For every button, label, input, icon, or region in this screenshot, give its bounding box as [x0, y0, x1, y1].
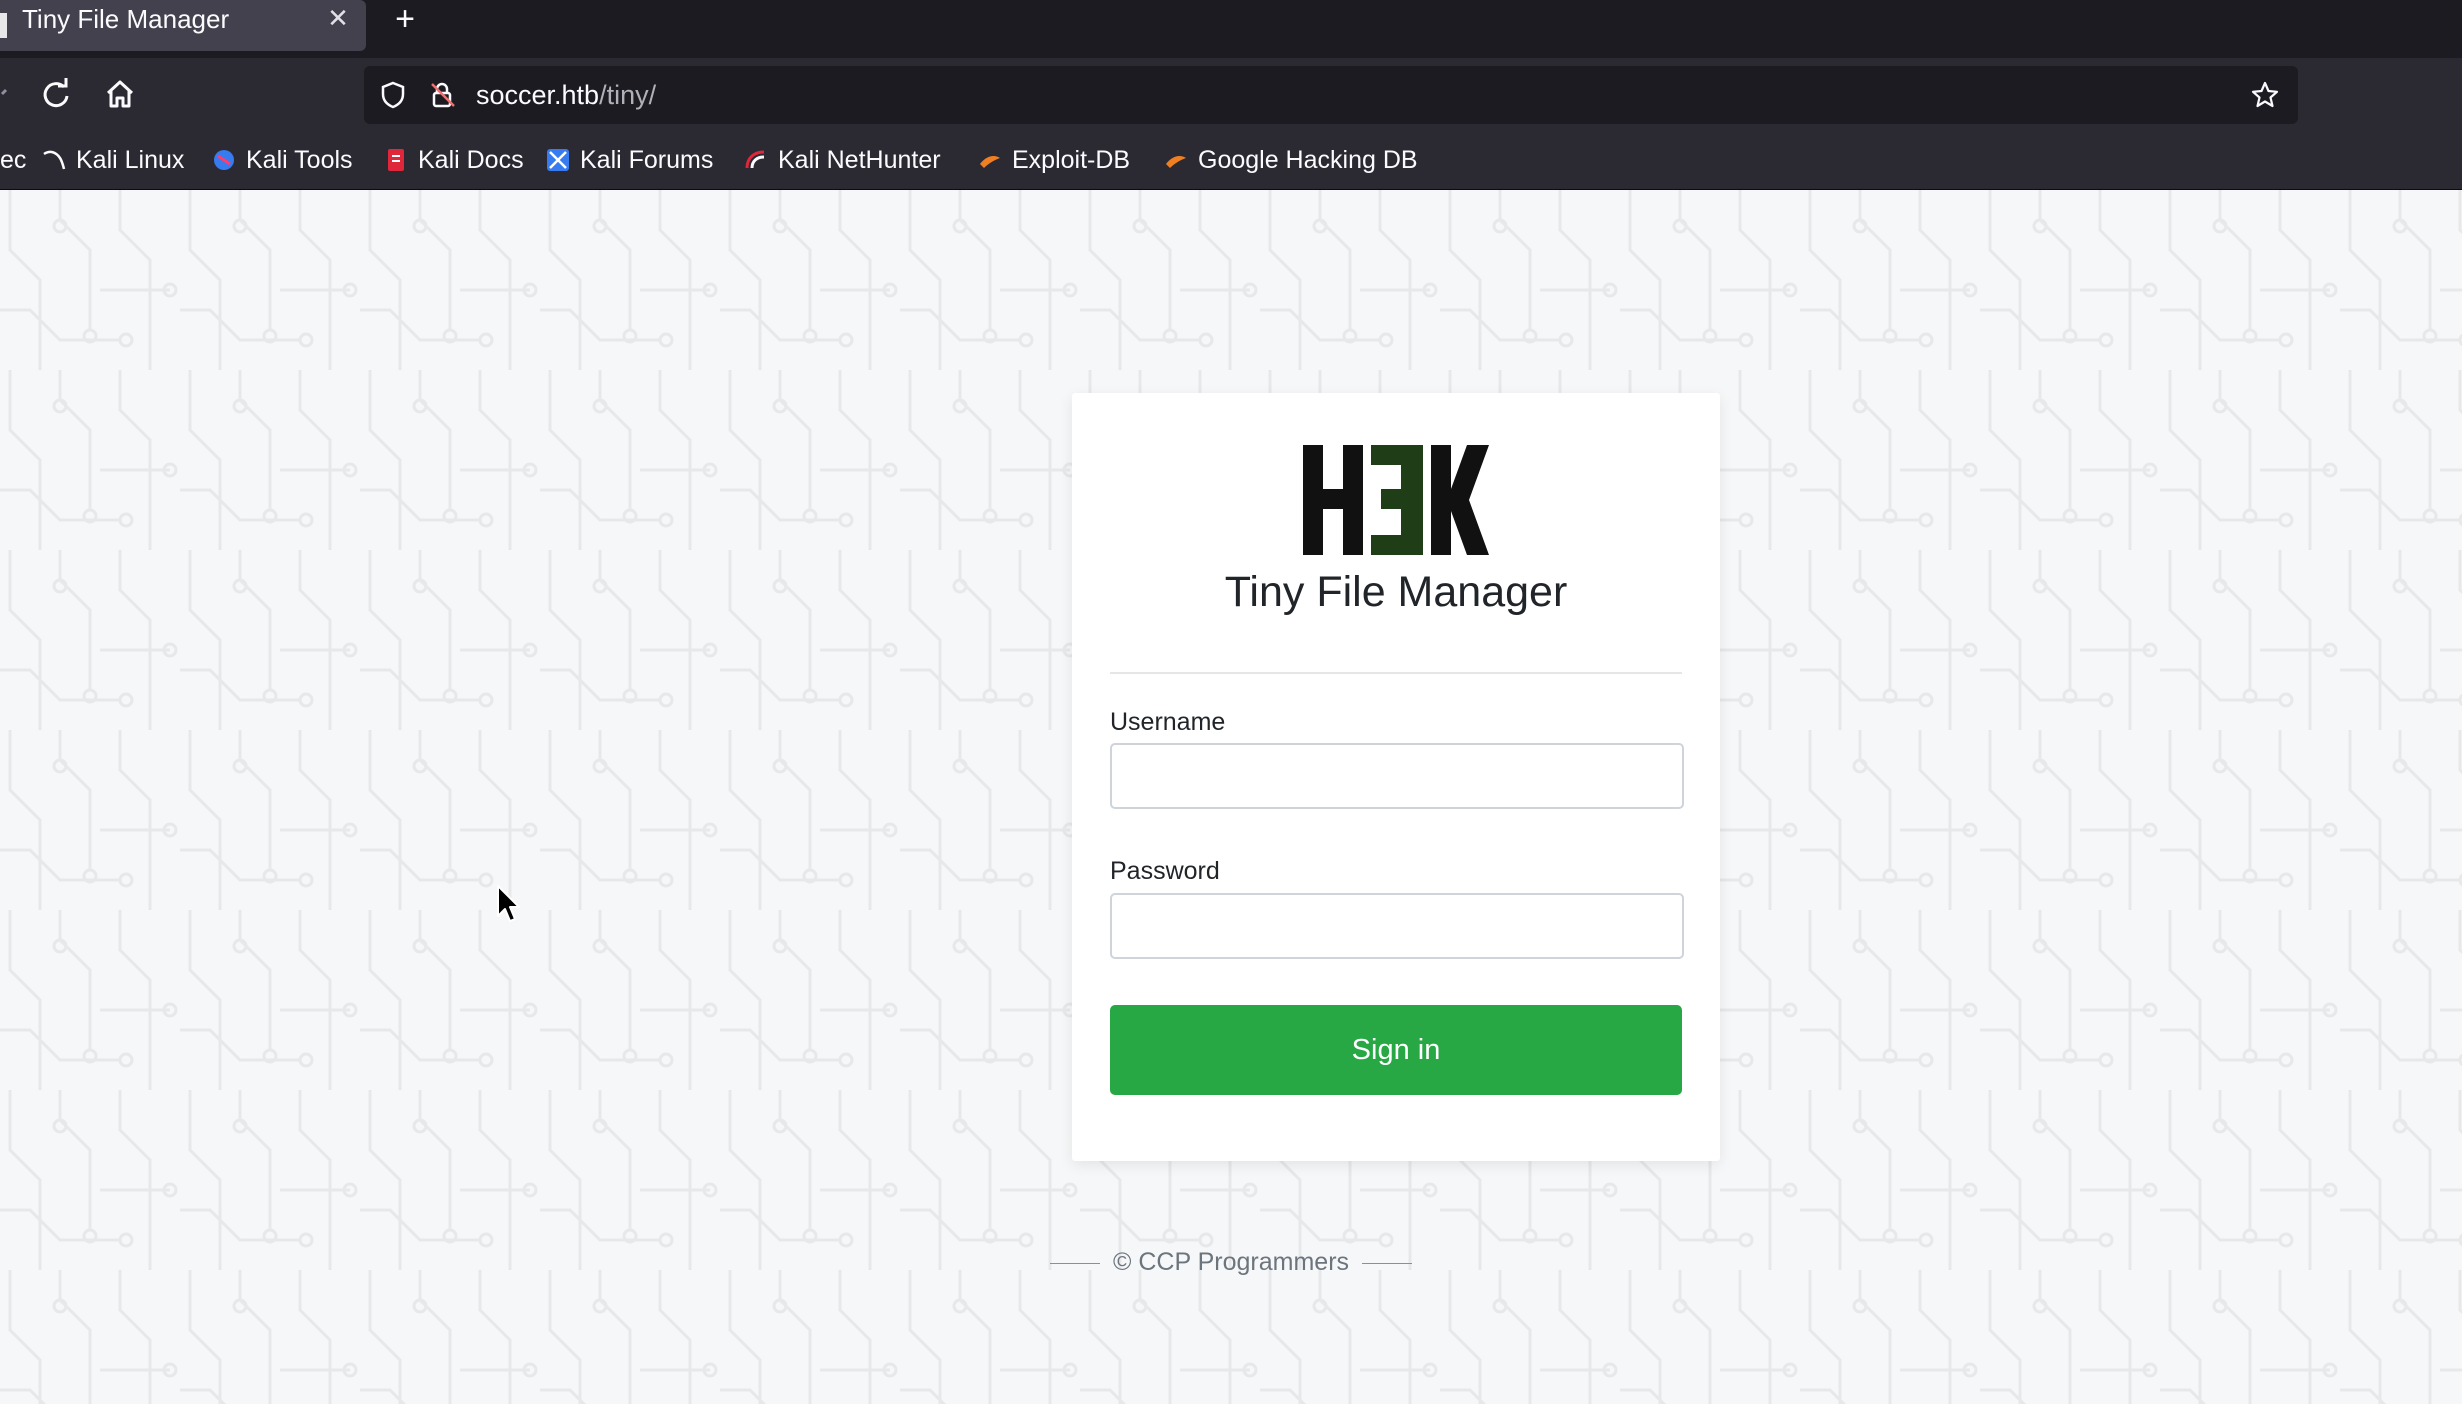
bookmark-star-icon[interactable]	[2250, 80, 2280, 110]
footer: © CCP Programmers	[0, 1248, 2462, 1277]
password-input[interactable]	[1110, 893, 1684, 959]
footer-rule-right	[1361, 1262, 1412, 1264]
bookmark-label: Kali Forums	[580, 145, 714, 174]
insecure-lock-icon[interactable]	[428, 80, 458, 110]
sign-in-button[interactable]: Sign in	[1110, 1005, 1682, 1095]
address-bar[interactable]: soccer.htb/tiny/	[364, 66, 2298, 124]
new-tab-button[interactable]: +	[388, 0, 422, 38]
password-label: Password	[1110, 857, 1220, 885]
h3k-logo	[1303, 445, 1489, 555]
username-label: Username	[1110, 708, 1226, 736]
bookmark-kali-forums[interactable]: Kali Forums	[546, 131, 713, 189]
bookmark-label: Kali Tools	[246, 145, 353, 174]
login-card: Tiny File Manager Username Password Sign…	[1072, 393, 1720, 1161]
browser-tab-bar: Tiny File Manager ✕ +	[0, 0, 2462, 58]
home-icon[interactable]	[100, 74, 140, 114]
reload-icon[interactable]	[36, 74, 76, 114]
divider	[1110, 672, 1682, 674]
google-hacking-db-icon	[1166, 156, 1186, 168]
kali-nethunter-icon	[745, 150, 765, 169]
bookmark-label: Exploit-DB	[1012, 145, 1131, 174]
exploit-db-icon	[980, 156, 1000, 168]
kali-forums-icon	[547, 149, 569, 171]
bookmark-exploit-db[interactable]: Exploit-DB	[978, 131, 1130, 189]
url-host: soccer.htb	[476, 80, 600, 110]
shield-icon[interactable]	[378, 80, 408, 110]
username-input[interactable]	[1110, 743, 1684, 809]
footer-text: © CCP Programmers	[1112, 1248, 1350, 1276]
close-tab-icon[interactable]: ✕	[324, 4, 352, 32]
kali-dragon-icon	[43, 150, 66, 170]
url-text[interactable]: soccer.htb/tiny/	[476, 66, 656, 124]
bookmark-label: Kali Docs	[418, 145, 524, 174]
bookmark-kali-docs[interactable]: Kali Docs	[384, 131, 524, 189]
bookmark-kali-tools[interactable]: Kali Tools	[212, 131, 353, 189]
bookmark-partial[interactable]: ec	[0, 131, 26, 189]
tab-favicon-icon	[0, 13, 7, 38]
tab-title: Tiny File Manager	[22, 4, 230, 34]
bookmarks-toolbar: ec Kali Linux Kali Tools Kali Docs Kali …	[0, 131, 2462, 190]
bookmark-kali-linux[interactable]: Kali Linux	[42, 131, 184, 189]
bookmark-label: ec	[0, 145, 27, 174]
footer-rule-left	[1050, 1262, 1101, 1264]
page-content: Tiny File Manager Username Password Sign…	[0, 190, 2462, 1404]
bookmark-google-hacking-db[interactable]: Google Hacking DB	[1164, 131, 1418, 189]
browser-tab[interactable]: Tiny File Manager ✕	[0, 0, 366, 51]
bookmark-kali-nethunter[interactable]: Kali NetHunter	[744, 131, 941, 189]
mouse-cursor-icon	[497, 885, 520, 922]
bookmark-label: Kali Linux	[76, 145, 185, 174]
url-path: /tiny/	[599, 80, 657, 110]
kali-docs-icon	[388, 149, 404, 171]
app-title: Tiny File Manager	[1224, 568, 1568, 616]
back-arrow-icon[interactable]	[0, 74, 40, 114]
bookmark-label: Kali NetHunter	[778, 145, 941, 174]
bookmark-label: Google Hacking DB	[1198, 145, 1418, 174]
kali-tools-icon	[214, 150, 234, 170]
